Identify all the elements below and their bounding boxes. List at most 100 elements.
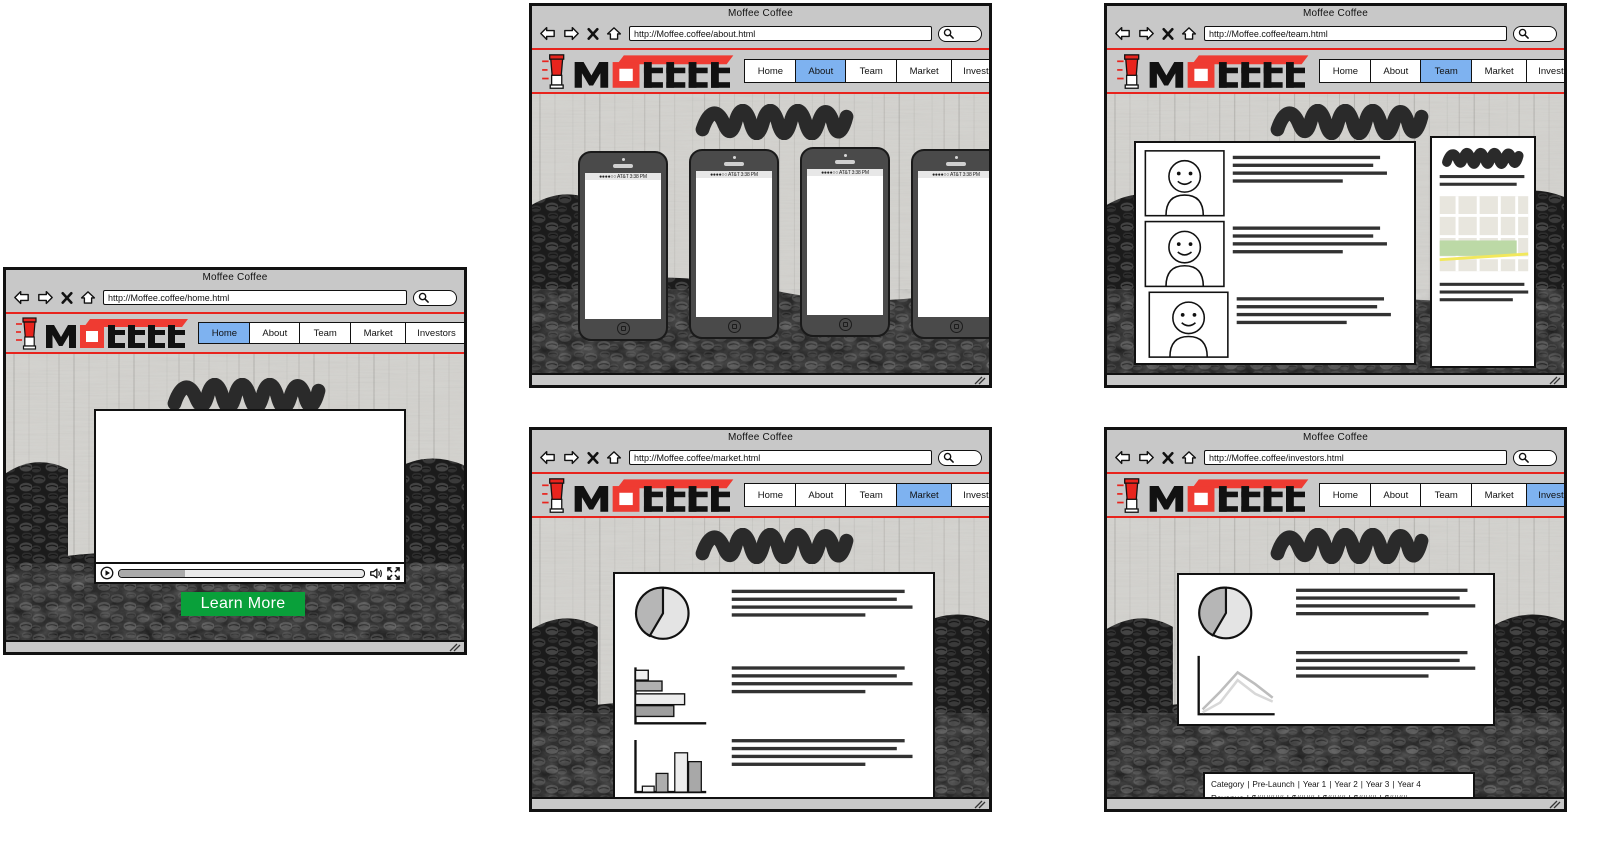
learn-more-button[interactable]: Learn More bbox=[181, 592, 305, 616]
close-x-icon[interactable] bbox=[587, 26, 599, 41]
forward-arrow-icon[interactable] bbox=[563, 450, 580, 465]
financial-projection-table: Category | Pre-Launch | Year 1 | Year 2 | Year 3… bbox=[1203, 772, 1475, 797]
nav-item-home[interactable]: Home bbox=[744, 483, 797, 507]
url-input[interactable]: http://Moffee.coffee/investors.html bbox=[1204, 450, 1507, 465]
window-title: Moffee Coffee bbox=[202, 272, 268, 283]
nav-item-home[interactable]: Home bbox=[744, 59, 797, 83]
phone-mockup[interactable]: ●●●●○○ AT&T 3:38 PM bbox=[800, 147, 890, 337]
forward-arrow-icon[interactable] bbox=[1138, 26, 1155, 41]
nav-buttons bbox=[539, 26, 623, 41]
nav-item-investors[interactable]: Investors bbox=[951, 59, 989, 83]
phone-home-button[interactable] bbox=[727, 320, 741, 333]
nav-item-market[interactable]: Market bbox=[895, 59, 953, 83]
nav-item-market[interactable]: Market bbox=[895, 483, 953, 507]
brand-wordmark bbox=[46, 319, 188, 348]
url-input[interactable]: http://Moffee.coffee/home.html bbox=[103, 290, 407, 305]
phone-screen[interactable]: ●●●●○○ AT&T 3:38 PM bbox=[696, 171, 772, 317]
home-icon[interactable] bbox=[80, 290, 97, 305]
brand-logo[interactable] bbox=[1115, 51, 1311, 91]
nav-item-team[interactable]: Team bbox=[299, 322, 352, 344]
back-arrow-icon[interactable] bbox=[1114, 450, 1131, 465]
phone-home-button[interactable] bbox=[949, 320, 963, 333]
phone-screen[interactable]: ●●●●○○ AT&T 3:38 PM bbox=[585, 173, 661, 319]
back-arrow-icon[interactable] bbox=[13, 290, 30, 305]
close-x-icon[interactable] bbox=[61, 290, 73, 305]
forward-arrow-icon[interactable] bbox=[1138, 450, 1155, 465]
nav-item-team[interactable]: Team bbox=[1420, 483, 1473, 507]
nav-item-team[interactable]: Team bbox=[1420, 59, 1473, 83]
url-input[interactable]: http://Moffee.coffee/about.html bbox=[629, 26, 932, 41]
brand-logo[interactable] bbox=[540, 51, 736, 91]
url-input[interactable]: http://Moffee.coffee/team.html bbox=[1204, 26, 1507, 41]
phone-home-button[interactable] bbox=[838, 318, 852, 331]
back-arrow-icon[interactable] bbox=[1114, 26, 1131, 41]
nav-item-home[interactable]: Home bbox=[1319, 59, 1372, 83]
window-statusbar bbox=[532, 797, 989, 809]
nav-item-investors[interactable]: Investors bbox=[1526, 59, 1564, 83]
back-arrow-icon[interactable] bbox=[539, 450, 556, 465]
nav-item-about[interactable]: About bbox=[794, 59, 847, 83]
close-x-icon[interactable] bbox=[587, 450, 599, 465]
nav-item-team[interactable]: Team bbox=[845, 59, 898, 83]
resize-grip-icon[interactable] bbox=[1549, 800, 1561, 809]
page-viewport-market: Home About Team Market Investors bbox=[532, 472, 989, 797]
phone-speaker-icon bbox=[613, 164, 633, 168]
url-input[interactable]: http://Moffee.coffee/market.html bbox=[629, 450, 932, 465]
fullscreen-icon[interactable] bbox=[387, 566, 400, 580]
phone-mockup[interactable]: ●●●●○○ AT&T 3:38 PM bbox=[911, 149, 989, 339]
headline-scribble bbox=[672, 528, 877, 564]
nav-item-market[interactable]: Market bbox=[1470, 59, 1528, 83]
phone-mockup[interactable]: ●●●●○○ AT&T 3:38 PM bbox=[578, 151, 668, 341]
phone-screen[interactable]: ●●●●○○ AT&T 3:38 PM bbox=[918, 171, 989, 317]
home-icon[interactable] bbox=[606, 26, 623, 41]
back-arrow-icon[interactable] bbox=[539, 26, 556, 41]
market-content-card bbox=[613, 572, 935, 797]
nav-item-home[interactable]: Home bbox=[1319, 483, 1372, 507]
resize-grip-icon[interactable] bbox=[1549, 376, 1561, 385]
brand-logo[interactable] bbox=[14, 315, 190, 351]
home-icon[interactable] bbox=[1181, 26, 1198, 41]
search-box[interactable] bbox=[938, 25, 982, 42]
home-icon[interactable] bbox=[1181, 450, 1198, 465]
nav-item-market[interactable]: Market bbox=[349, 322, 407, 344]
home-icon[interactable] bbox=[606, 450, 623, 465]
nav-item-about[interactable]: About bbox=[1369, 59, 1422, 83]
forward-arrow-icon[interactable] bbox=[37, 290, 54, 305]
nav-item-market[interactable]: Market bbox=[1470, 483, 1528, 507]
search-box[interactable] bbox=[1513, 25, 1557, 42]
nav-item-about[interactable]: About bbox=[248, 322, 301, 344]
phone-screen[interactable]: ●●●●○○ AT&T 3:38 PM bbox=[807, 169, 883, 315]
video-screen[interactable] bbox=[96, 411, 404, 562]
resize-grip-icon[interactable] bbox=[974, 800, 986, 809]
volume-icon[interactable] bbox=[369, 567, 383, 580]
window-statusbar bbox=[532, 373, 989, 385]
search-box[interactable] bbox=[1513, 449, 1557, 466]
video-player[interactable] bbox=[94, 409, 406, 584]
nav-item-about[interactable]: About bbox=[1369, 483, 1422, 507]
close-x-icon[interactable] bbox=[1162, 450, 1174, 465]
nav-item-team[interactable]: Team bbox=[845, 483, 898, 507]
close-x-icon[interactable] bbox=[1162, 26, 1174, 41]
forward-arrow-icon[interactable] bbox=[563, 26, 580, 41]
search-box[interactable] bbox=[938, 449, 982, 466]
headline-scribble bbox=[672, 104, 877, 140]
phone-home-button[interactable] bbox=[616, 322, 630, 335]
play-icon[interactable] bbox=[100, 566, 114, 580]
nav-item-about[interactable]: About bbox=[794, 483, 847, 507]
market-share-pie-chart bbox=[634, 586, 690, 640]
nav-item-investors[interactable]: Investors bbox=[951, 483, 989, 507]
video-seek-bar[interactable] bbox=[118, 568, 365, 578]
phone-speaker-icon bbox=[724, 162, 744, 166]
phone-mockup[interactable]: ●●●●○○ AT&T 3:38 PM bbox=[689, 149, 779, 339]
brand-logo[interactable] bbox=[1115, 475, 1311, 515]
market-charts bbox=[634, 586, 913, 794]
nav-item-investors[interactable]: Investors bbox=[1526, 483, 1564, 507]
browser-window-investors: Moffee Coffee http://Moffee.coffee/inves… bbox=[1104, 427, 1567, 812]
resize-grip-icon[interactable] bbox=[974, 376, 986, 385]
resize-grip-icon[interactable] bbox=[449, 643, 461, 652]
nav-item-investors[interactable]: Investors bbox=[405, 322, 464, 344]
brand-logo[interactable] bbox=[540, 475, 736, 515]
search-box[interactable] bbox=[413, 289, 457, 306]
nav-item-home[interactable]: Home bbox=[198, 322, 251, 344]
window-title: Moffee Coffee bbox=[727, 8, 794, 19]
